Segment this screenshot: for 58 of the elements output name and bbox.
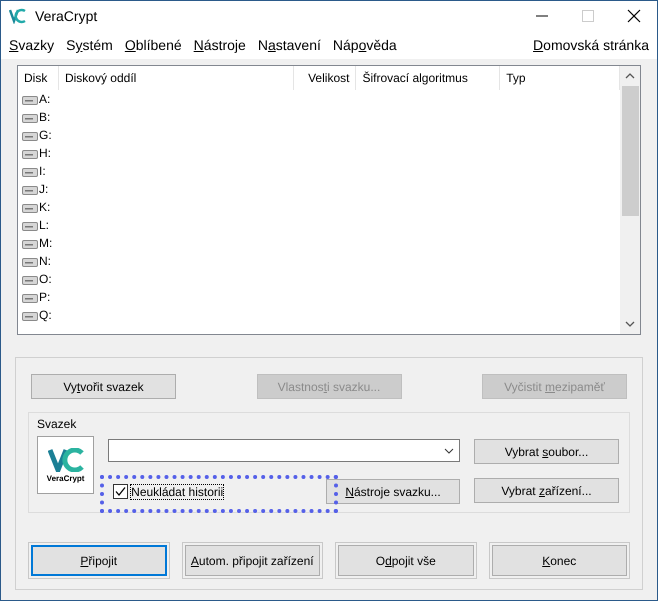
drive-icon — [22, 130, 38, 140]
volume-tools-button[interactable]: Nástroje svazku... — [326, 479, 460, 504]
close-icon[interactable] — [627, 9, 641, 23]
drive-letter[interactable]: I: — [39, 164, 46, 178]
drive-letter[interactable]: M: — [39, 236, 52, 250]
main-button[interactable]: Odpojit vše — [338, 545, 474, 576]
drive-icon — [22, 310, 38, 320]
drive-letter[interactable]: L: — [39, 218, 50, 232]
drive-letter[interactable]: B: — [39, 110, 50, 124]
action-button[interactable]: Vytvořit svazek — [31, 374, 176, 399]
group-title: Svazek — [37, 417, 76, 431]
drive-icon — [22, 274, 38, 284]
drive-letter[interactable]: Q: — [39, 308, 52, 322]
logo-icon — [48, 448, 84, 472]
menu-item[interactable]: Oblíbené — [124, 37, 182, 53]
window-title: VeraCrypt — [35, 8, 98, 24]
drive-letter[interactable]: O: — [39, 272, 52, 286]
dropdown-caret-icon[interactable] — [444, 448, 454, 454]
column-header[interactable]: Velikost — [294, 66, 356, 90]
column-header[interactable]: Disk — [18, 66, 59, 90]
column-header[interactable]: Šifrovací algoritmus — [356, 66, 500, 90]
drive-letter[interactable]: P: — [39, 290, 50, 304]
select-button[interactable]: Vybrat soubor... — [474, 439, 619, 464]
drive-letter[interactable]: J: — [39, 182, 48, 196]
menu-item[interactable]: Systém — [66, 37, 113, 53]
menu-item[interactable]: Nástroje — [194, 37, 246, 53]
main-button[interactable]: Autom. připojit zařízení — [184, 545, 320, 576]
drive-icon — [22, 292, 38, 302]
volume-path-field[interactable] — [108, 439, 460, 462]
main-button[interactable]: Konec — [492, 545, 627, 576]
scroll-up-icon[interactable] — [625, 72, 635, 80]
drive-letter[interactable]: K: — [39, 200, 50, 214]
scrollbar[interactable] — [620, 66, 640, 334]
menu-item[interactable]: Nápověda — [332, 37, 397, 53]
drive-icon — [22, 148, 38, 158]
drive-letter[interactable]: A: — [39, 92, 50, 106]
homepage-link[interactable]: Domovská stránka — [533, 37, 649, 53]
drive-icon — [22, 238, 38, 248]
drive-letter[interactable]: G: — [39, 128, 52, 142]
history-checkbox[interactable] — [113, 484, 128, 499]
drive-icon — [22, 184, 38, 194]
menu-item[interactable]: Svazky — [9, 37, 54, 53]
checkbox-label[interactable]: Neukládat historii — [131, 484, 224, 498]
drive-icon — [22, 112, 38, 122]
drive-icon — [22, 166, 38, 176]
main-button[interactable]: Připojit — [31, 545, 166, 576]
drive-icon — [22, 202, 38, 212]
drive-icon — [22, 220, 38, 230]
drive-icon — [22, 94, 38, 104]
select-button[interactable]: Vybrat zařízení... — [474, 478, 619, 503]
menu-item[interactable]: Nastavení — [258, 37, 321, 53]
scroll-down-icon[interactable] — [625, 320, 635, 328]
drive-letter[interactable]: H: — [39, 146, 51, 160]
column-header[interactable]: Diskový oddíl — [58, 66, 294, 90]
app-logo-icon — [9, 8, 27, 24]
drive-icon — [22, 256, 38, 266]
drive-letter[interactable]: N: — [39, 254, 51, 268]
logo-text: VeraCrypt — [46, 474, 84, 482]
